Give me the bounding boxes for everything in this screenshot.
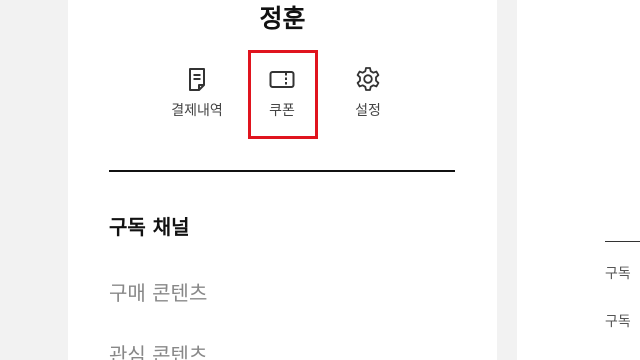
receipt-icon xyxy=(189,68,205,91)
content-item[interactable]: 구독 xyxy=(605,313,631,331)
menu-item-subscribed-channels[interactable]: 구독 채널 xyxy=(109,214,190,240)
settings-button[interactable]: 설정 xyxy=(333,64,403,134)
settings-label: 설정 xyxy=(355,103,381,119)
section-divider xyxy=(109,170,455,172)
content-divider xyxy=(605,241,640,242)
gear-icon xyxy=(356,67,380,91)
content-panel: 구독 구독 xyxy=(517,0,640,360)
highlight-box xyxy=(248,50,318,139)
content-item[interactable]: 구독 xyxy=(605,265,631,283)
menu-item-favorite-content[interactable]: 관심 콘텐츠 xyxy=(109,342,207,360)
payment-history-button[interactable]: 결제내역 xyxy=(162,64,232,134)
menu-item-purchased-content[interactable]: 구매 콘텐츠 xyxy=(109,280,207,306)
payment-history-label: 결제내역 xyxy=(171,103,223,119)
profile-name: 정훈 xyxy=(259,4,306,33)
